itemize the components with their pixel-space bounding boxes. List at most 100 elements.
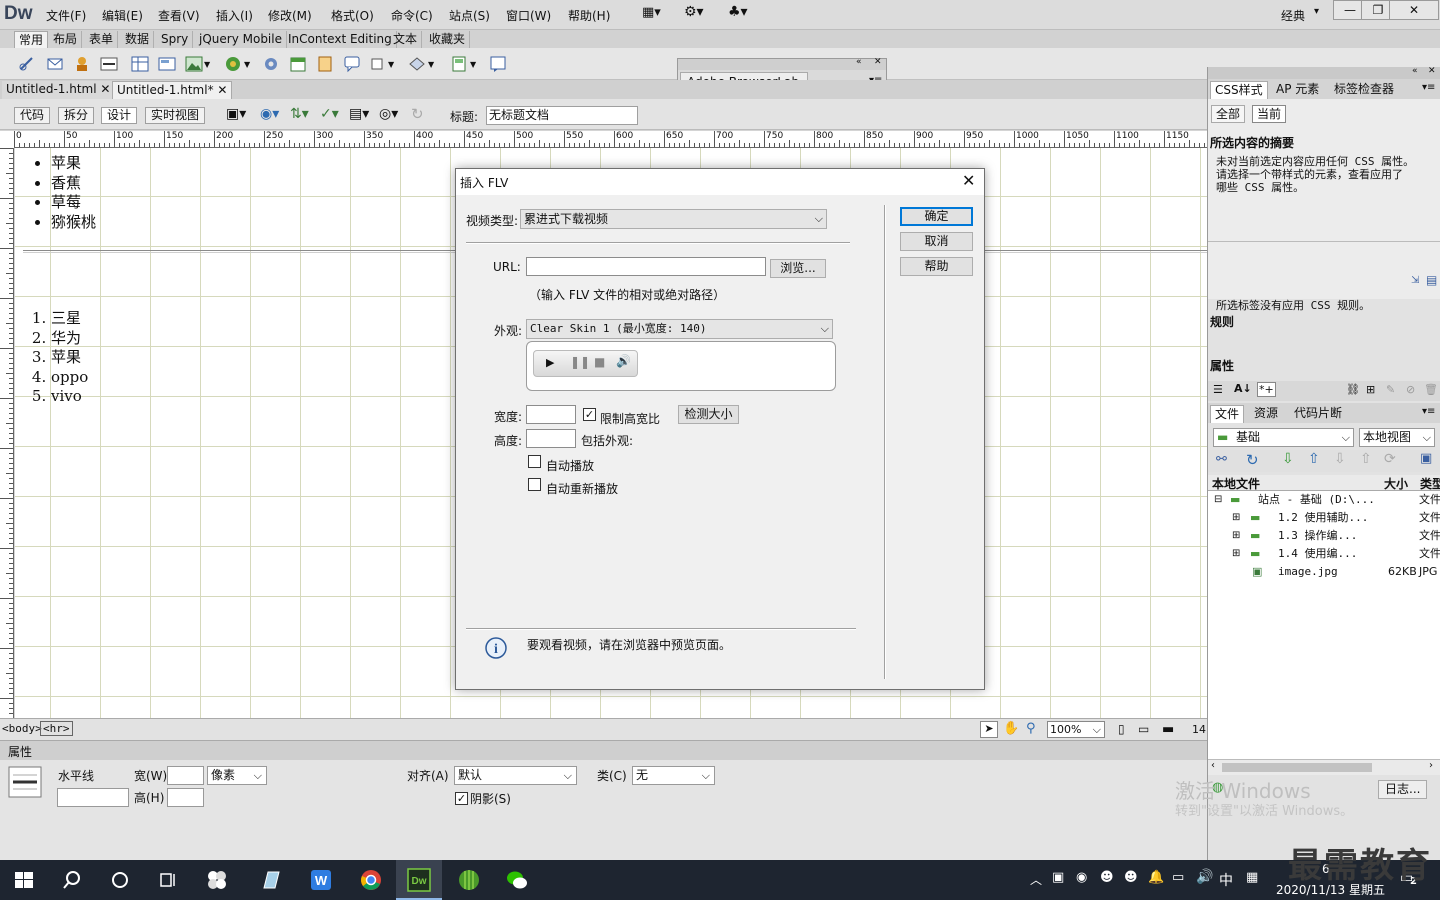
qq-tray-icon[interactable]: ☻ [1124,870,1138,885]
sync-icon[interactable]: ⟳ [1384,451,1396,467]
chrome-icon[interactable] [359,868,383,892]
menu-format[interactable]: 格式(O) [331,7,374,24]
height-input[interactable] [526,429,576,448]
tag-body[interactable]: <body> [2,722,42,735]
log-button[interactable]: 日志... [1378,780,1428,799]
connect-icon[interactable]: ⚯ [1216,452,1227,467]
class-select[interactable]: 无 [632,766,715,785]
panel-grip[interactable]: « ✕ [678,57,886,70]
notepad-app-icon[interactable] [259,868,283,892]
video-type-select[interactable]: 累进式下载视频 ⌵ [520,209,827,229]
workspace-switcher[interactable]: 经典 [1281,7,1305,24]
windows-start-icon[interactable] [12,868,36,892]
shade-checkbox[interactable]: ✓ [455,792,468,805]
server-include-icon[interactable] [316,55,334,73]
splitter[interactable] [1208,241,1440,244]
head-icon[interactable] [370,55,388,73]
tab-ap-elements[interactable]: AP 元素 [1272,81,1323,99]
split-view-button[interactable]: 拆分 [58,107,95,124]
put-files-icon[interactable]: ⇧ [1308,451,1320,467]
cortana-icon[interactable] [108,868,132,892]
doc-tab-2[interactable]: Untitled-1.html* ✕ [112,81,233,99]
hyperlink-icon[interactable] [18,55,36,73]
tree-row-file[interactable]: ▣ image.jpg 62KB JPG [1208,563,1440,581]
refresh-icon[interactable]: ↻ [411,105,424,123]
live-view-button[interactable]: 实时视图 [145,107,206,124]
layout-icon[interactable]: ▦▾ [642,5,661,20]
chevron-down-icon[interactable]: ▼ [428,60,434,69]
check-in-icon[interactable]: ⇧ [1360,451,1372,467]
new-rule-icon[interactable]: ⊞ [1366,383,1375,396]
horizontal-rule-icon[interactable] [100,55,118,73]
chevron-down-icon[interactable]: ▼ [204,60,210,69]
tab-snippets[interactable]: 代码片断 [1290,405,1346,423]
menu-window[interactable]: 窗口(W) [506,7,551,24]
close-icon[interactable]: ✕ [874,57,882,67]
tree-row-folder[interactable]: ⊞ ▬ 1.2 使用辅助... 文件 [1208,509,1440,527]
insert-tab-spry[interactable]: Spry [157,31,194,48]
ime-indicator[interactable]: 中 [1219,870,1233,890]
menu-commands[interactable]: 命令(C) [391,7,433,24]
close-button[interactable]: ✕ [1389,0,1439,20]
url-input[interactable] [526,257,766,276]
edit-rule-icon[interactable]: ✎ [1386,383,1395,396]
named-anchor-icon[interactable] [73,55,91,73]
pinwheel-app-icon[interactable] [205,868,229,892]
insert-tab-text[interactable]: 文本 [389,31,423,48]
menu-edit[interactable]: 编辑(E) [102,7,143,24]
tag-chooser-icon[interactable] [489,55,507,73]
refresh-icon[interactable]: ↻ [1246,451,1259,469]
set-properties-icon[interactable]: *+ [1257,382,1276,397]
tab-css-styles[interactable]: CSS样式 [1210,81,1268,99]
collapse-icon[interactable]: « [1412,66,1418,76]
image-icon[interactable] [185,55,203,73]
trash-icon[interactable]: 🗑 [1424,383,1438,396]
chevron-down-icon[interactable]: ▼ [388,60,394,69]
file-management-icon[interactable]: ⇅▾ [290,106,309,122]
check-browser-icon[interactable]: ✓▾ [320,106,339,122]
wps-writer-icon[interactable]: W [309,868,333,892]
show-info-icon[interactable]: ▤ [1426,273,1437,287]
email-link-icon[interactable] [46,55,64,73]
close-icon[interactable]: ✕ [962,171,975,190]
tree-row-folder[interactable]: ⊞ ▬ 1.4 使用编... 文件 [1208,545,1440,563]
splitter[interactable] [1208,329,1440,351]
insert-tab-favorites[interactable]: 收藏夹 [425,31,471,48]
scroll-thumb[interactable] [1222,763,1372,772]
chevron-down-icon[interactable]: ▼ [244,60,250,69]
zoom-tool-icon[interactable]: ⚲ [1026,721,1036,736]
dock-grip[interactable]: « ✕ [1208,66,1440,79]
tab-assets[interactable]: 资源 [1250,405,1282,423]
menu-modify[interactable]: 修改(M) [268,7,312,24]
script-icon[interactable] [408,55,426,73]
taskbar-active-app[interactable]: Dw [396,860,442,900]
check-out-icon[interactable]: ⇩ [1334,451,1346,467]
height-input[interactable] [167,788,204,807]
scroll-left-icon[interactable]: ‹ [1211,760,1215,771]
menu-view[interactable]: 查看(V) [158,7,200,24]
qq-tray-icon[interactable]: ☻ [1100,870,1114,885]
code-view-button[interactable]: 代码 [14,107,51,124]
id-input[interactable] [57,788,129,807]
ok-button[interactable]: 确定 [900,207,973,226]
tab-files[interactable]: 文件 [1210,405,1245,423]
chevron-down-icon[interactable]: ▼ [470,60,476,69]
expand-icon[interactable]: ▣ [1420,451,1432,466]
disable-icon[interactable]: ⊘ [1406,383,1415,396]
menu-insert[interactable]: 插入(I) [216,7,253,24]
hand-tool-icon[interactable]: ✋ [1003,721,1019,736]
width-input[interactable] [526,405,576,424]
network-icon[interactable]: ▭ [1172,870,1184,885]
mode-current-button[interactable]: 当前 [1252,105,1287,123]
skin-select[interactable]: Clear Skin 1 (最小宽度: 140) ⌵ [526,319,833,339]
width-input[interactable] [167,766,204,785]
tree-row-folder[interactable]: ⊞ ▬ 1.3 操作编... 文件 [1208,527,1440,545]
visual-aids-icon[interactable]: ▤▾ [349,106,369,122]
task-view-icon[interactable] [156,868,180,892]
close-icon[interactable]: ✕ [1428,66,1436,76]
insert-tab-forms[interactable]: 表单 [85,31,119,48]
dialog-titlebar[interactable]: 插入 FLV ✕ [456,169,984,195]
tag-hr[interactable]: <hr> [40,721,73,736]
insert-tab-jquery[interactable]: jQuery Mobile [195,31,287,48]
expand-icon[interactable]: ⊞ [1232,545,1240,563]
